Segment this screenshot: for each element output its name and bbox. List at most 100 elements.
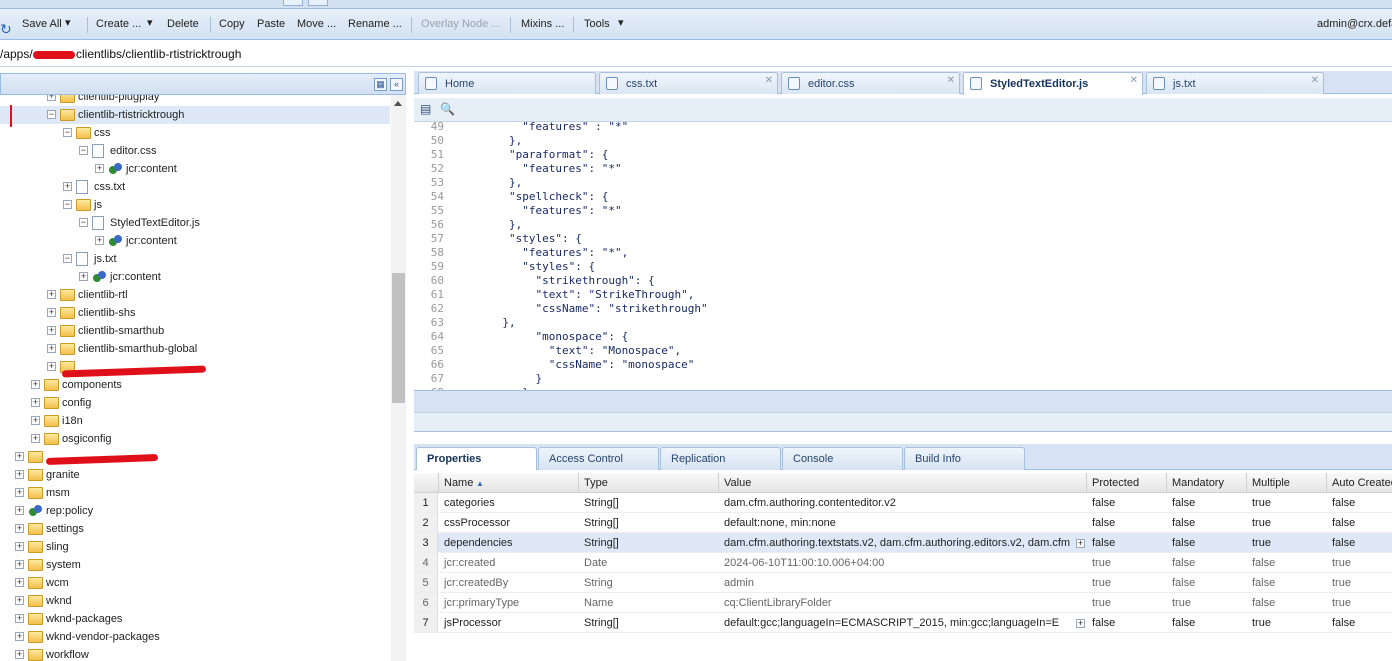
tree-node[interactable]: + rep:policy [0,502,390,520]
tree-node[interactable]: + osgiconfig [0,430,390,448]
path-bar[interactable]: /apps/ clientlibs/clientlib-rtistricktro… [0,41,1392,67]
collapse-left-icon[interactable]: « [390,78,403,91]
mixins-button[interactable]: Mixins ... [521,18,564,30]
scroll-up-icon[interactable] [394,101,402,106]
table-row[interactable]: 4 jcr:created Date 2024-06-10T11:00:10.006+… [414,553,1392,573]
tree-node[interactable]: + granite [0,466,390,484]
expand-toggle-icon[interactable]: + [15,524,24,533]
expand-toggle-icon[interactable]: − [79,146,88,155]
expand-toggle-icon[interactable]: + [15,560,24,569]
column-header[interactable]: Name [444,477,473,489]
code-editor[interactable]: 49 "features" : "*" 50 }, 51 "paraformat":… [414,122,1392,390]
editor-tab[interactable]: css.txt ✕ [599,72,778,94]
column-header[interactable]: Type [584,477,608,489]
tree-node[interactable]: + i18n [0,412,390,430]
window-tab[interactable] [283,0,303,6]
column-header[interactable]: Value [724,477,751,489]
tree-node[interactable]: + wknd [0,592,390,610]
tree-node[interactable]: + wknd-vendor-packages [0,628,390,646]
expand-toggle-icon[interactable]: + [15,650,24,659]
create-button[interactable]: Create ... [96,18,141,30]
expand-toggle-icon[interactable]: + [15,596,24,605]
close-icon[interactable]: ✕ [947,75,955,86]
editor-tab[interactable]: editor.css ✕ [781,72,960,94]
expand-toggle-icon[interactable]: − [63,254,72,263]
tree-scrollbar[interactable] [391,95,406,661]
editor-tab[interactable]: Home [418,72,596,94]
tree-node[interactable]: + jcr:content [0,232,390,250]
expand-value-icon[interactable]: + [1076,619,1085,628]
expand-toggle-icon[interactable]: + [15,614,24,623]
table-row[interactable]: 5 jcr:createdBy String admin true false false t… [414,573,1392,593]
editor-tab[interactable]: js.txt ✕ [1146,72,1324,94]
expand-toggle-icon[interactable]: + [31,398,40,407]
tab-replication[interactable]: Replication [660,447,781,470]
binoculars-search-icon[interactable]: 🔍 [440,103,455,116]
expand-toggle-icon[interactable]: + [95,164,104,173]
user-label[interactable]: admin@crx.defa [1317,18,1392,30]
column-header[interactable]: Auto Created [1332,477,1392,489]
tree-node[interactable]: + settings [0,520,390,538]
tree-node[interactable]: + sling [0,538,390,556]
expand-toggle-icon[interactable]: − [47,110,56,119]
delete-button[interactable]: Delete [167,18,199,30]
close-icon[interactable]: ✕ [1130,75,1138,86]
close-icon[interactable]: ✕ [1311,75,1319,86]
chevron-down-icon[interactable]: ▾ [147,16,153,29]
expand-toggle-icon[interactable]: + [47,290,56,299]
tab-console[interactable]: Console [782,447,903,470]
tree-node[interactable]: + clientlib-shs [0,304,390,322]
tree-node[interactable]: + workflow [0,646,390,661]
tree-node[interactable]: + clientlib-rtl [0,286,390,304]
tree-node[interactable]: − js.txt [0,250,390,268]
tree-node[interactable]: + msm [0,484,390,502]
table-row[interactable]: 7 jsProcessor String[] default:gcc;language… [414,613,1392,633]
tree-node[interactable]: − js [0,196,390,214]
close-icon[interactable]: ✕ [765,75,773,86]
expand-value-icon[interactable]: + [1076,539,1085,548]
editor-horizontal-scrollbar[interactable] [414,390,1392,412]
editor-tab[interactable]: StyledTextEditor.js ✕ [963,72,1143,95]
tree-node[interactable]: + wcm [0,574,390,592]
tree-node[interactable]: − clientlib-rtistricktrough [0,106,390,124]
expand-toggle-icon[interactable]: + [47,95,56,101]
table-row[interactable]: 2 cssProcessor String[] default:none, min:n… [414,513,1392,533]
tree-node[interactable]: + config [0,394,390,412]
expand-toggle-icon[interactable]: + [47,326,56,335]
tree-node[interactable]: + css.txt [0,178,390,196]
save-all-button[interactable]: Save All [22,18,62,30]
expand-toggle-icon[interactable]: − [63,128,72,137]
column-header[interactable]: Mandatory [1172,477,1224,489]
expand-toggle-icon[interactable]: + [15,506,24,515]
table-row[interactable]: 1 categories String[] dam.cfm.authoring.con… [414,493,1392,513]
table-row[interactable]: 6 jcr:primaryType Name cq:ClientLibraryFold… [414,593,1392,613]
panel-splitter[interactable] [414,412,1392,432]
expand-toggle-icon[interactable]: + [31,434,40,443]
overlay-node-button[interactable]: Overlay Node ... [421,18,500,30]
tree-node[interactable]: − css [0,124,390,142]
tree-node[interactable]: − editor.css [0,142,390,160]
expand-toggle-icon[interactable]: + [47,362,56,371]
tree-node[interactable]: + clientlib-smarthub [0,322,390,340]
expand-toggle-icon[interactable]: + [15,632,24,641]
column-header[interactable]: Protected [1092,477,1139,489]
chevron-down-icon[interactable]: ▾ [618,16,624,29]
refresh-icon[interactable]: ↻ [0,21,12,37]
tree-node[interactable]: + components [0,376,390,394]
tree-node[interactable]: + jcr:content [0,160,390,178]
copy-button[interactable]: Copy [219,18,245,30]
expand-toggle-icon[interactable]: + [47,344,56,353]
tree-node[interactable]: + wknd-packages [0,610,390,628]
expand-toggle-icon[interactable]: + [31,416,40,425]
expand-toggle-icon[interactable]: + [15,452,24,461]
move-button[interactable]: Move ... [297,18,336,30]
tree-node[interactable]: + system [0,556,390,574]
expand-toggle-icon[interactable]: + [15,488,24,497]
column-header[interactable]: Multiple [1252,477,1290,489]
paste-button[interactable]: Paste [257,18,285,30]
expand-toggle-icon[interactable]: + [47,308,56,317]
expand-toggle-icon[interactable]: + [15,470,24,479]
tree-node[interactable]: + jcr:content [0,268,390,286]
format-icon[interactable]: ▤ [420,103,434,116]
tab-build-info[interactable]: Build Info [904,447,1025,470]
